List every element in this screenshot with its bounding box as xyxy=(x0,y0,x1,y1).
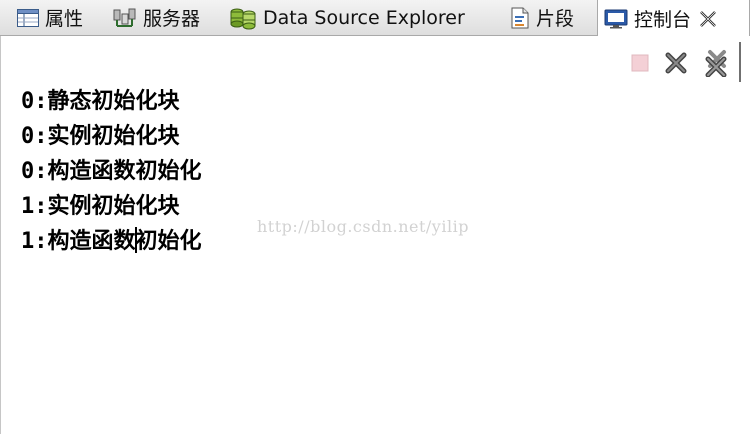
tab-snippets[interactable]: 片段 xyxy=(510,0,574,35)
snippets-icon xyxy=(510,7,530,29)
console-toolbar xyxy=(630,49,732,77)
console-output[interactable]: 0:静态初始化块 0:实例初始化块 0:构造函数初始化 1:实例初始化块 1:构… xyxy=(21,84,202,259)
tab-label: Data Source Explorer xyxy=(263,6,465,29)
console-line: 1:实例初始化块 xyxy=(21,194,180,219)
console-icon xyxy=(604,9,628,29)
console-line: 0:静态初始化块 xyxy=(21,89,180,114)
remove-launch-icon[interactable] xyxy=(664,52,688,74)
tab-label: 控制台 xyxy=(634,9,692,31)
servers-icon xyxy=(113,8,137,28)
console-line: 0:构造函数初始化 xyxy=(21,159,202,184)
tab-label: 服务器 xyxy=(143,8,201,30)
tab-console[interactable]: 控制台 xyxy=(597,0,750,37)
close-icon[interactable] xyxy=(699,10,717,28)
tab-properties[interactable]: 属性 xyxy=(17,0,83,35)
tab-data-source-explorer[interactable]: Data Source Explorer xyxy=(229,0,465,35)
remove-all-terminated-icon[interactable] xyxy=(702,49,732,77)
watermark: http://blog.csdn.net/yilip xyxy=(257,217,469,236)
tab-servers[interactable]: 服务器 xyxy=(113,0,200,35)
terminate-icon[interactable] xyxy=(630,53,650,73)
console-view[interactable]: 0:静态初始化块 0:实例初始化块 0:构造函数初始化 1:实例初始化块 1:构… xyxy=(0,36,750,434)
console-line-with-caret: 1:构造函数初始化 xyxy=(21,224,202,259)
console-line-suffix: 初始化 xyxy=(135,229,202,254)
properties-icon xyxy=(17,8,39,27)
toolbar-separator xyxy=(739,42,741,82)
data-source-icon xyxy=(229,6,257,30)
tab-label: 片段 xyxy=(536,8,575,30)
console-line-prefix: 1:构造函数 xyxy=(21,229,136,254)
view-tab-bar: 属性 服务器 Data Source Explorer 片段 控制台 xyxy=(0,0,750,37)
tab-label: 属性 xyxy=(45,8,84,30)
console-line: 0:实例初始化块 xyxy=(21,124,180,149)
